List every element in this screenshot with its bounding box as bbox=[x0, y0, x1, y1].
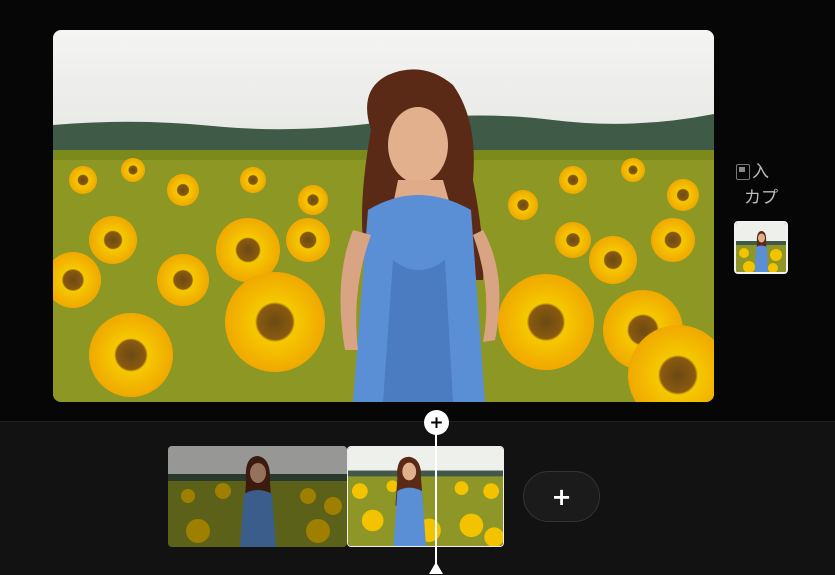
broken-image-alt-text: 入 bbox=[752, 162, 769, 182]
video-preview[interactable] bbox=[53, 30, 714, 402]
playhead-handle-icon[interactable] bbox=[429, 562, 443, 574]
broken-image-icon bbox=[736, 164, 750, 180]
broken-image-alt-text-2: カプ bbox=[744, 188, 778, 208]
preview-image bbox=[53, 30, 714, 402]
playhead-add-button[interactable]: + bbox=[424, 410, 449, 435]
playhead[interactable] bbox=[435, 430, 437, 565]
preview-stage: 入 カプ bbox=[0, 0, 835, 420]
add-clip-button[interactable]: + bbox=[523, 471, 600, 522]
timeline-clip-1[interactable] bbox=[168, 446, 347, 547]
input-image-panel: 入 カプ bbox=[736, 160, 788, 210]
timeline-clip-2[interactable] bbox=[347, 446, 504, 547]
thumbnail-image bbox=[736, 223, 786, 272]
selected-image-thumbnail[interactable] bbox=[734, 221, 788, 274]
clip-2-frame bbox=[348, 447, 503, 546]
